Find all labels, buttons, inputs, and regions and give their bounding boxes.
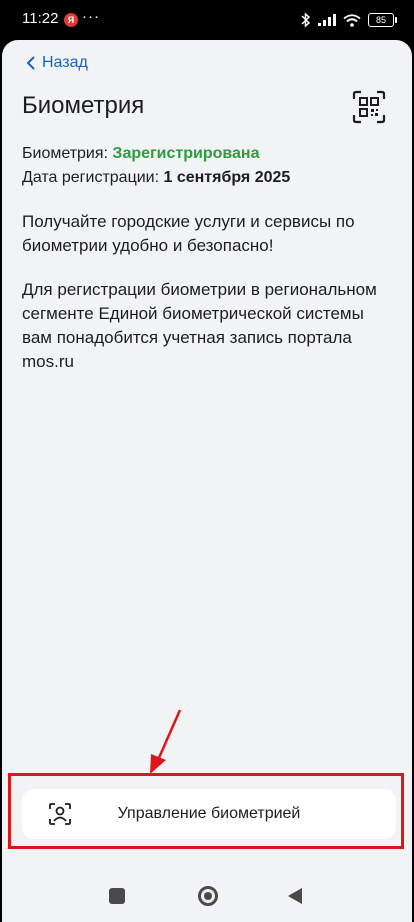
manage-biometrics-button[interactable]: Управление биометрией xyxy=(22,789,396,839)
qr-code-icon xyxy=(352,90,386,124)
description-paragraph-1: Получайте городские услуги и сервисы по … xyxy=(22,212,355,255)
home-button[interactable] xyxy=(198,886,218,906)
manage-biometrics-label: Управление биометрией xyxy=(117,805,301,822)
battery-icon: 85 xyxy=(368,13,397,27)
registration-date-line: Дата регистрации: 1 сентября 2025 xyxy=(22,166,290,190)
biometrics-screen: Назад Биометрия Биометрия: Зарегистриров… xyxy=(2,40,412,922)
status-time: 11:22 xyxy=(22,10,59,27)
qr-code-button[interactable] xyxy=(352,90,386,124)
yandex-notification-icon: Я xyxy=(64,13,78,27)
date-value: 1 сентября 2025 xyxy=(163,169,291,186)
annotation-arrow xyxy=(150,709,182,774)
system-nav-bar xyxy=(2,872,412,922)
back-label: Назад xyxy=(42,54,88,71)
wifi-icon xyxy=(343,13,361,27)
page-title: Биометрия xyxy=(22,92,145,119)
biometrics-status: Биометрия: Зарегистрирована Дата регистр… xyxy=(22,142,290,190)
bluetooth-icon xyxy=(301,12,311,28)
date-label: Дата регистрации: xyxy=(22,169,164,186)
status-label: Биометрия: xyxy=(22,145,113,162)
description-paragraph-2: Для регистрации биометрии в региональном… xyxy=(22,280,377,371)
chevron-left-icon xyxy=(26,56,36,70)
back-button[interactable]: Назад xyxy=(26,54,88,72)
status-bar: 11:22 Я ··· 85 xyxy=(0,0,414,40)
status-line: Биометрия: Зарегистрирована xyxy=(22,142,290,166)
system-back-button[interactable] xyxy=(288,888,302,904)
status-icons: 85 xyxy=(301,11,397,29)
status-value: Зарегистрирована xyxy=(112,145,260,162)
signal-icon xyxy=(318,14,336,26)
more-notifications-icon: ··· xyxy=(82,8,100,25)
recent-apps-button[interactable] xyxy=(109,888,125,904)
